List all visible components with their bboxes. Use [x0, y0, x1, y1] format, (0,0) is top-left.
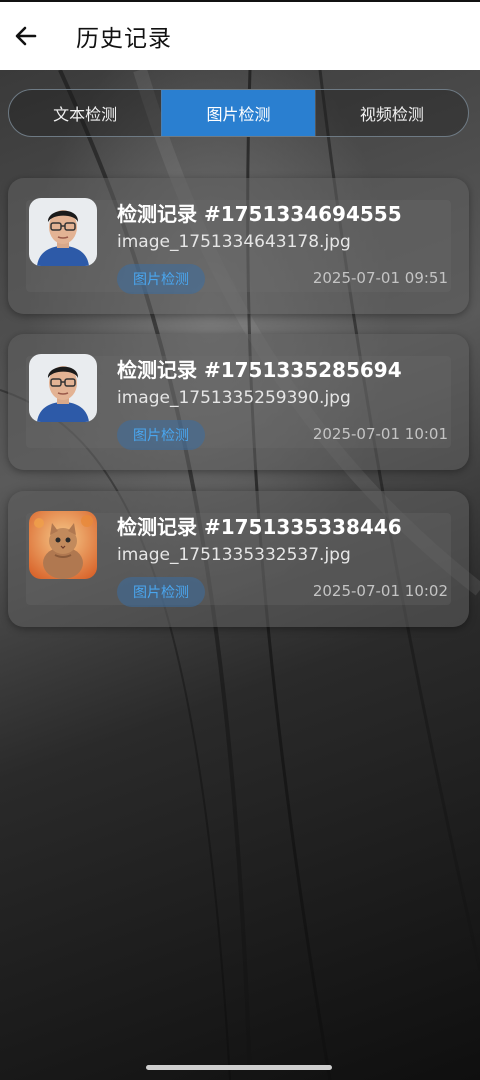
record-timestamp: 2025-07-01 10:01 [312, 425, 448, 443]
person-photo-icon [29, 354, 97, 422]
record-thumbnail [29, 198, 97, 266]
tab-video-detection[interactable]: 视频检测 [314, 90, 468, 136]
record-filename: image_1751334643178.jpg [117, 232, 351, 252]
back-button[interactable] [4, 14, 48, 58]
record-timestamp: 2025-07-01 09:51 [312, 269, 448, 287]
page-title: 历史记录 [76, 26, 172, 52]
record-type-badge: 图片检测 [117, 420, 205, 450]
record-type-badge: 图片检测 [117, 577, 205, 607]
history-record-card[interactable]: 检测记录 #1751334694555 image_1751334643178.… [8, 178, 469, 314]
record-title: 检测记录 #1751335285694 [117, 358, 402, 382]
record-filename: image_1751335259390.jpg [117, 388, 351, 408]
record-title: 检测记录 #1751334694555 [117, 202, 402, 226]
record-type-badge: 图片检测 [117, 264, 205, 294]
record-title: 检测记录 #1751335338446 [117, 515, 402, 539]
arrow-left-icon [15, 26, 37, 46]
record-filename: image_1751335332537.jpg [117, 545, 351, 565]
tab-image-detection[interactable]: 图片检测 [161, 90, 315, 136]
record-thumbnail [29, 354, 97, 422]
person-photo-icon [29, 198, 97, 266]
tab-text-detection[interactable]: 文本检测 [9, 90, 161, 136]
record-thumbnail [29, 511, 97, 579]
record-timestamp: 2025-07-01 10:02 [312, 582, 448, 600]
detection-type-tabs: 文本检测 图片检测 视频检测 [8, 89, 469, 137]
home-indicator[interactable] [146, 1065, 332, 1070]
cat-photo-icon [29, 511, 97, 579]
history-record-card[interactable]: 检测记录 #1751335285694 image_1751335259390.… [8, 334, 469, 470]
history-record-card[interactable]: 检测记录 #1751335338446 image_1751335332537.… [8, 491, 469, 627]
top-app-bar: 历史记录 [0, 2, 480, 70]
